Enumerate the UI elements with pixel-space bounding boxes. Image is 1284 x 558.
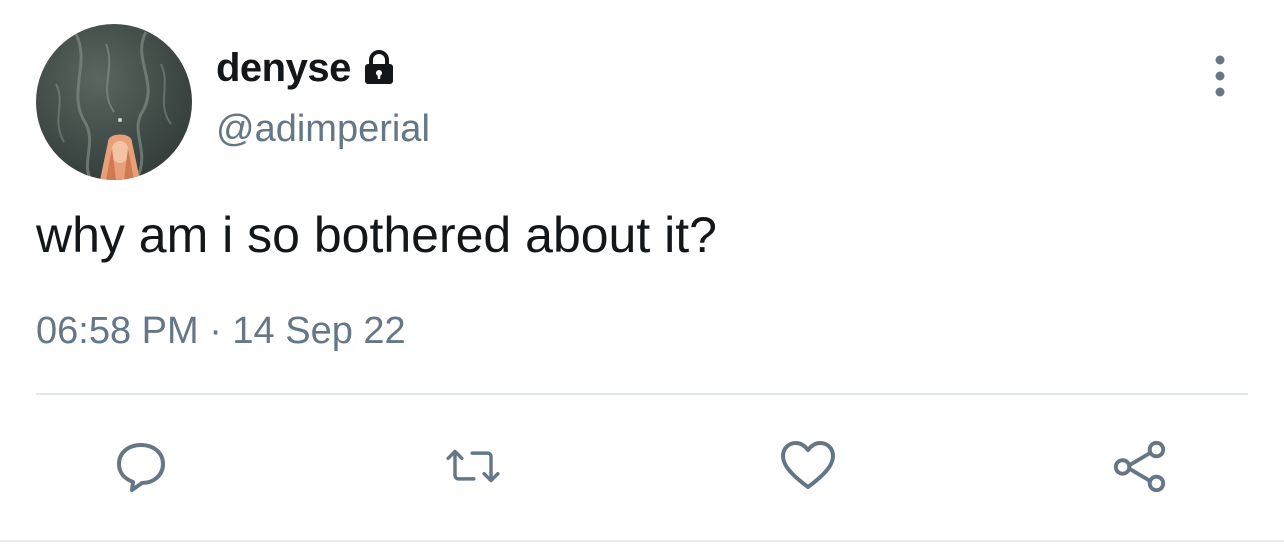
like-button[interactable] <box>778 436 838 496</box>
more-options-button[interactable] <box>1200 52 1240 100</box>
tweet-timestamp[interactable]: 06:58 PM · 14 Sep 22 <box>36 310 406 353</box>
retweet-button[interactable] <box>443 436 503 496</box>
author-name-row[interactable]: denyse <box>216 44 399 92</box>
retweet-icon <box>446 449 500 483</box>
avatar[interactable] <box>36 24 192 180</box>
reply-icon <box>117 443 165 492</box>
avatar-image <box>55 31 172 180</box>
heart-icon <box>781 441 835 489</box>
share-icon <box>1113 440 1166 493</box>
tweet-text: why am i so bothered about it? <box>36 207 717 263</box>
share-button[interactable] <box>1110 436 1170 496</box>
display-name[interactable]: denyse <box>216 46 351 91</box>
lock-icon <box>359 48 399 88</box>
more-vertical-icon <box>1215 55 1225 97</box>
bottom-border <box>0 540 1284 542</box>
reply-button[interactable] <box>111 436 171 496</box>
divider <box>36 393 1248 395</box>
tweet-card: denyse @adimperial why am i so bothered … <box>0 0 1284 558</box>
user-handle[interactable]: @adimperial <box>216 108 430 151</box>
